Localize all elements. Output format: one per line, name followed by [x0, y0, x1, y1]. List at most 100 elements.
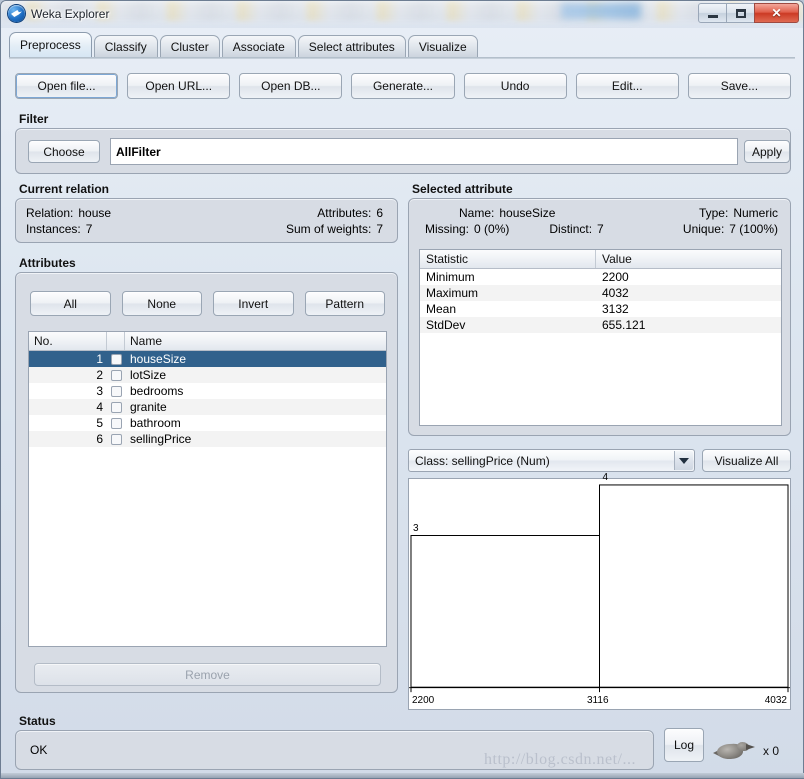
- open-db-button[interactable]: Open DB...: [239, 73, 343, 99]
- tab-select-attributes[interactable]: Select attributes: [297, 35, 406, 57]
- attribute-histogram[interactable]: 2200 3116 4032 3 4: [408, 472, 791, 710]
- maximize-button[interactable]: [726, 3, 755, 23]
- minimize-button[interactable]: [698, 3, 727, 23]
- attribute-name: bedrooms: [130, 384, 184, 398]
- statistics-table: Statistic Value Minimum 2200 Maximum 403…: [419, 249, 782, 426]
- filter-value-field[interactable]: AllFilter: [110, 138, 738, 165]
- remove-attributes-button[interactable]: Remove: [34, 663, 381, 686]
- tab-classify[interactable]: Classify: [93, 35, 158, 57]
- status-section-title: Status: [19, 714, 56, 728]
- weka-explorer-window: Weka Explorer ✕ Preprocess Classify Clus…: [0, 0, 804, 779]
- attribute-checkbox[interactable]: [107, 369, 125, 381]
- table-row[interactable]: 6 sellingPrice: [29, 431, 386, 447]
- tab-underline: [9, 57, 795, 59]
- attr-unique-group: Unique: 7 (100%): [683, 221, 778, 237]
- log-button[interactable]: Log: [664, 728, 704, 762]
- attributes-col-no: No.: [29, 332, 107, 350]
- table-row[interactable]: 2 lotSize: [29, 367, 386, 383]
- attribute-name: houseSize: [130, 352, 187, 366]
- table-row[interactable]: 4 granite: [29, 399, 386, 415]
- attributes-col-check: [107, 332, 125, 350]
- attribute-checkbox[interactable]: [107, 353, 125, 365]
- attribute-name: bathroom: [130, 416, 181, 430]
- attr-distinct-value: 7: [597, 222, 604, 236]
- generate-button[interactable]: Generate...: [351, 73, 455, 99]
- table-row[interactable]: 1 houseSize: [29, 351, 386, 367]
- attribute-no: 3: [96, 384, 103, 398]
- chevron-down-icon[interactable]: [674, 451, 693, 470]
- table-row: StdDev 655.121: [420, 317, 781, 333]
- relation-name-group: Relation: house: [26, 205, 111, 221]
- attribute-name: sellingPrice: [130, 432, 192, 446]
- class-selector-dropdown[interactable]: Class: sellingPrice (Num): [408, 449, 695, 472]
- data-source-toolbar: Open file... Open URL... Open DB... Gene…: [15, 73, 791, 99]
- sum-weights-key: Sum of weights:: [285, 222, 372, 236]
- attributes-table-header: No. Name: [29, 332, 386, 351]
- attribute-checkbox[interactable]: [107, 417, 125, 429]
- attribute-checkbox[interactable]: [107, 433, 125, 445]
- choose-filter-button[interactable]: Choose: [28, 140, 100, 163]
- stat-value: 2200: [602, 270, 629, 284]
- weka-bird-status[interactable]: x 0: [713, 736, 793, 766]
- open-file-button[interactable]: Open file...: [15, 73, 119, 99]
- attribute-checkbox[interactable]: [107, 385, 125, 397]
- table-row[interactable]: 5 bathroom: [29, 415, 386, 431]
- x-tick-mid: 3116: [587, 695, 609, 706]
- window-title: Weka Explorer: [31, 6, 110, 21]
- instances-group: Instances: 7: [26, 221, 92, 237]
- tab-cluster[interactable]: Cluster: [159, 35, 220, 57]
- attribute-checkbox[interactable]: [107, 401, 125, 413]
- attributes-key: Attributes:: [317, 206, 372, 220]
- save-button[interactable]: Save...: [687, 73, 791, 99]
- checkbox-icon: [110, 385, 122, 397]
- attribute-no: 4: [96, 400, 103, 414]
- undo-button[interactable]: Undo: [463, 73, 567, 99]
- pattern-button[interactable]: Pattern: [304, 291, 385, 316]
- table-row: Minimum 2200: [420, 269, 781, 285]
- stat-col-value: Value: [602, 252, 632, 266]
- window-bottom-edge: [1, 773, 804, 778]
- histogram-bars: [410, 484, 789, 688]
- status-panel: OK: [15, 730, 654, 770]
- attribute-no: 1: [96, 352, 103, 366]
- attr-unique-value: 7 (100%): [729, 222, 778, 236]
- attr-name-value: houseSize: [499, 206, 556, 220]
- instances-value: 7: [85, 222, 93, 236]
- edit-button[interactable]: Edit...: [575, 73, 679, 99]
- current-relation-panel: Relation: house Attributes: 6 Instances:…: [15, 198, 398, 243]
- tab-visualize[interactable]: Visualize: [407, 35, 478, 57]
- apply-filter-button[interactable]: Apply: [744, 140, 790, 163]
- window-controls: ✕: [698, 3, 799, 23]
- checkbox-icon: [110, 433, 122, 445]
- select-all-button[interactable]: All: [30, 291, 111, 316]
- visualize-all-button[interactable]: Visualize All: [702, 449, 791, 472]
- select-none-button[interactable]: None: [121, 291, 202, 316]
- sum-weights-group: Sum of weights: 7: [286, 221, 383, 237]
- attribute-selection-buttons: All None Invert Pattern: [30, 291, 385, 316]
- checkbox-icon: [110, 353, 122, 365]
- selected-attribute-panel: Name: houseSize Type: Numeric Missing: 0…: [408, 198, 791, 436]
- attribute-no: 6: [96, 432, 103, 446]
- attributes-table[interactable]: No. Name 1 houseSize 2 lotSize 3 bedroom…: [28, 331, 387, 647]
- weka-bird-icon: [713, 740, 757, 762]
- stat-value: 4032: [602, 286, 629, 300]
- attributes-panel: All None Invert Pattern No. Name 1 house…: [15, 272, 398, 693]
- invert-selection-button[interactable]: Invert: [213, 291, 294, 316]
- attributes-col-name: Name: [130, 334, 163, 348]
- table-row[interactable]: 3 bedrooms: [29, 383, 386, 399]
- open-url-button[interactable]: Open URL...: [127, 73, 231, 99]
- instances-key: Instances:: [26, 222, 81, 236]
- stat-value: 655.121: [602, 318, 646, 332]
- relation-key: Relation:: [26, 206, 74, 220]
- attributes-value: 6: [376, 206, 383, 220]
- filter-section-title: Filter: [19, 112, 49, 126]
- attr-missing-key: Missing:: [425, 222, 470, 236]
- tab-preprocess[interactable]: Preprocess: [9, 32, 92, 57]
- close-button[interactable]: ✕: [754, 3, 799, 23]
- attribute-name: granite: [130, 400, 167, 414]
- attr-type-group: Type: Numeric: [699, 205, 778, 221]
- sum-weights-value: 7: [376, 222, 383, 236]
- desktop-blur-accent: [561, 3, 641, 19]
- histogram-bar-2: [599, 484, 789, 688]
- tab-associate[interactable]: Associate: [221, 35, 296, 57]
